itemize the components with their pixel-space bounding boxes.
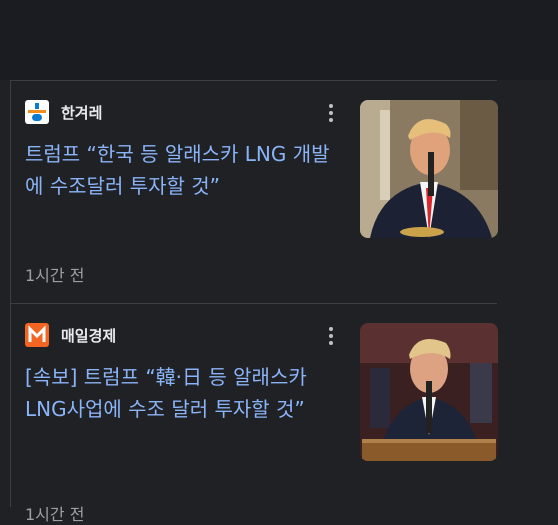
source-name: 매일경제 xyxy=(61,326,117,345)
more-options-icon[interactable] xyxy=(321,103,341,123)
headline-link[interactable]: 트럼프 “한국 등 알래스카 LNG 개발에 수조달러 투자할 것” xyxy=(25,138,345,202)
more-options-icon[interactable] xyxy=(321,326,341,346)
m-letter-icon xyxy=(28,325,46,342)
source-name: 한겨레 xyxy=(61,103,103,122)
news-card[interactable]: 매일경제 [속보] 트럼프 “韓·日 등 알래스카 LNG사업에 수조 달러 투… xyxy=(25,323,498,524)
maeil-logo-icon xyxy=(25,323,49,347)
news-card[interactable]: 한겨레 트럼프 “한국 등 알래스카 LNG 개발에 수조달러 투자할 것” 1… xyxy=(25,100,498,300)
top-bar xyxy=(0,0,558,80)
timestamp: 1시간 전 xyxy=(25,505,85,524)
headline-link[interactable]: [속보] 트럼프 “韓·日 등 알래스카 LNG사업에 수조 달러 투자할 것” xyxy=(25,361,345,425)
article-thumbnail[interactable] xyxy=(360,323,498,461)
source-row: 매일경제 xyxy=(25,323,116,347)
timestamp: 1시간 전 xyxy=(25,266,85,285)
hankyoreh-logo-icon xyxy=(25,100,49,124)
source-row: 한겨레 xyxy=(25,100,102,124)
panel-top-border xyxy=(10,80,497,81)
thumbnail-image xyxy=(360,323,498,461)
thumbnail-image xyxy=(360,100,498,238)
article-thumbnail[interactable] xyxy=(360,100,498,238)
card-divider xyxy=(10,303,497,304)
panel-left-border xyxy=(10,80,11,507)
